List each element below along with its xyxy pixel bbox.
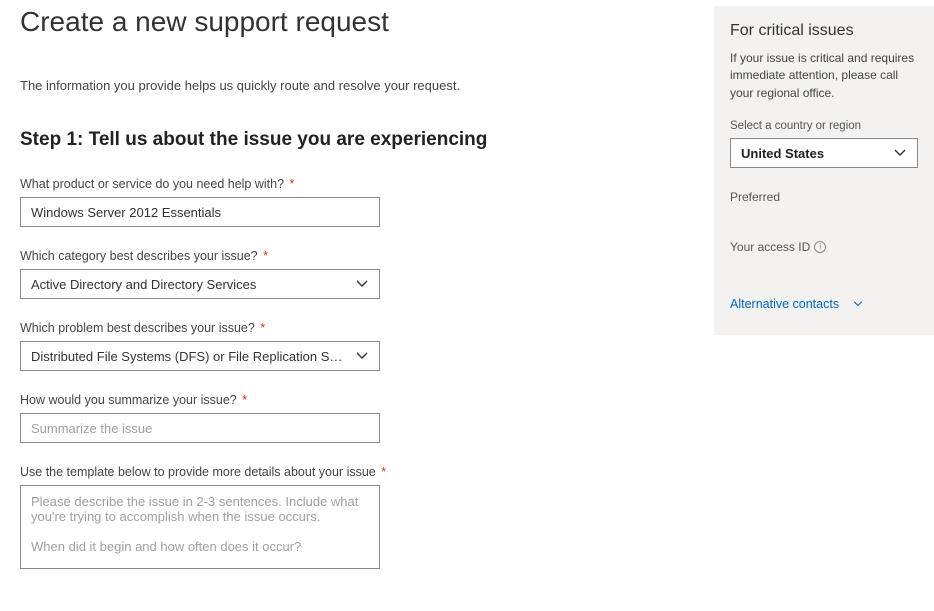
- problem-label-text: Which problem best describes your issue?: [20, 321, 255, 335]
- chevron-down-icon: [893, 146, 907, 160]
- details-textarea[interactable]: Please describe the issue in 2-3 sentenc…: [20, 485, 380, 569]
- region-select[interactable]: United States: [730, 138, 918, 168]
- field-details: Use the template below to provide more d…: [20, 465, 694, 569]
- field-product: What product or service do you need help…: [20, 177, 694, 227]
- access-id-label: Your access ID: [730, 240, 810, 254]
- field-summary: How would you summarize your issue? *: [20, 393, 694, 443]
- summary-label-text: How would you summarize your issue?: [20, 393, 237, 407]
- access-id-row: Your access ID i: [730, 240, 918, 254]
- sidebar-desc: If your issue is critical and requires i…: [730, 50, 918, 102]
- category-label-text: Which category best describes your issue…: [20, 249, 258, 263]
- category-label: Which category best describes your issue…: [20, 249, 694, 263]
- critical-issues-sidebar: For critical issues If your issue is cri…: [714, 6, 934, 335]
- product-label: What product or service do you need help…: [20, 177, 694, 191]
- chevron-down-icon: [355, 349, 369, 363]
- chevron-down-icon: [851, 297, 865, 311]
- field-problem: Which problem best describes your issue?…: [20, 321, 694, 371]
- category-select[interactable]: Active Directory and Directory Services: [20, 269, 380, 299]
- details-label: Use the template below to provide more d…: [20, 465, 694, 479]
- summary-label: How would you summarize your issue? *: [20, 393, 694, 407]
- product-input[interactable]: [20, 197, 380, 227]
- main-content: Create a new support request The informa…: [0, 0, 714, 611]
- required-marker: *: [263, 249, 268, 263]
- details-label-text: Use the template below to provide more d…: [20, 465, 376, 479]
- required-marker: *: [260, 321, 265, 335]
- page-title: Create a new support request: [20, 6, 694, 38]
- alternative-contacts-link[interactable]: Alternative contacts: [730, 297, 865, 311]
- preferred-label: Preferred: [730, 190, 918, 204]
- region-value: United States: [741, 146, 824, 161]
- required-marker: *: [381, 465, 386, 479]
- required-marker: *: [242, 393, 247, 407]
- alt-link-text: Alternative contacts: [730, 297, 839, 311]
- step-title: Step 1: Tell us about the issue you are …: [20, 129, 694, 151]
- intro-text: The information you provide helps us qui…: [20, 78, 694, 93]
- info-icon[interactable]: i: [814, 241, 826, 253]
- required-marker: *: [290, 177, 295, 191]
- sidebar-title: For critical issues: [730, 22, 918, 40]
- chevron-down-icon: [355, 277, 369, 291]
- field-category: Which category best describes your issue…: [20, 249, 694, 299]
- product-label-text: What product or service do you need help…: [20, 177, 284, 191]
- category-value: Active Directory and Directory Services: [31, 277, 347, 292]
- problem-label: Which problem best describes your issue?…: [20, 321, 694, 335]
- region-label: Select a country or region: [730, 120, 918, 132]
- problem-value: Distributed File Systems (DFS) or File R…: [31, 349, 347, 364]
- summary-input[interactable]: [20, 413, 380, 443]
- problem-select[interactable]: Distributed File Systems (DFS) or File R…: [20, 341, 380, 371]
